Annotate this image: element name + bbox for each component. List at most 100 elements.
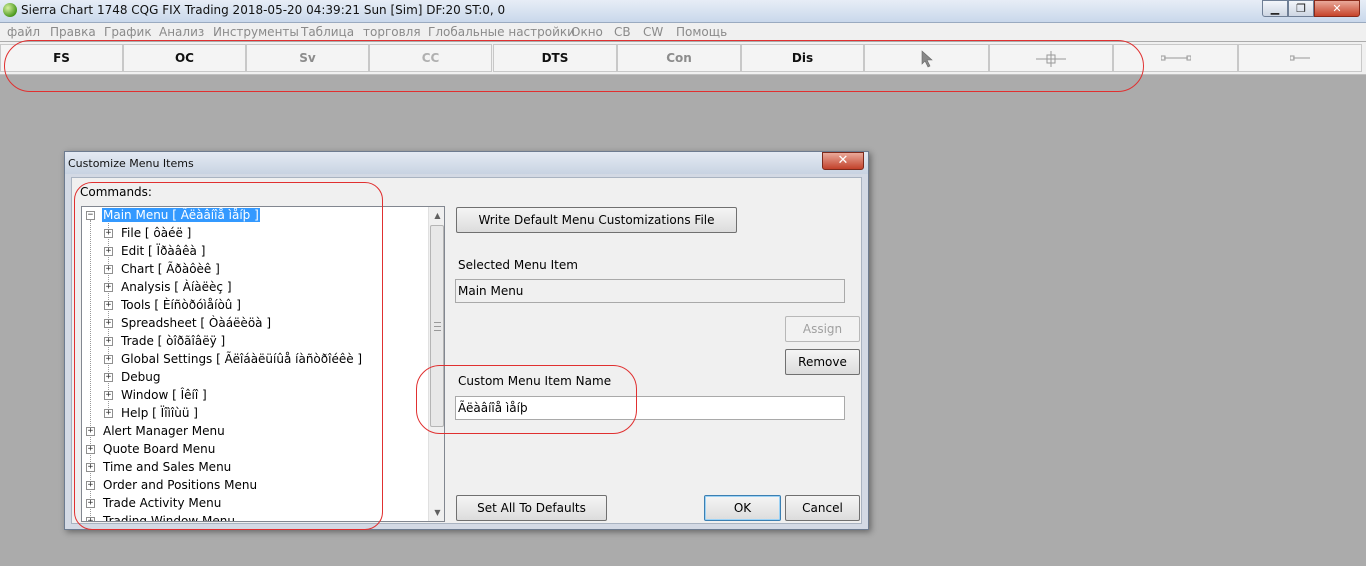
- dialog-title: Customize Menu Items: [68, 157, 194, 170]
- minimize-button[interactable]: ▁: [1262, 0, 1288, 17]
- tree-item-analysis[interactable]: + Analysis [ Àíàëèç ]: [82, 279, 427, 297]
- ok-button[interactable]: OK: [704, 495, 781, 521]
- tree-item-label: Alert Manager Menu: [103, 424, 225, 438]
- custom-menu-item-name-label: Custom Menu Item Name: [458, 374, 612, 388]
- menu-analysis[interactable]: Анализ: [159, 25, 204, 39]
- toolbar-button-sv[interactable]: Sv: [246, 44, 369, 72]
- expand-icon[interactable]: +: [86, 499, 95, 508]
- tree-item-time-and-sales-menu[interactable]: + Time and Sales Menu: [82, 459, 427, 477]
- expand-icon[interactable]: +: [104, 247, 113, 256]
- expand-icon[interactable]: +: [104, 301, 113, 310]
- dialog-title-bar: Customize Menu Items ✕: [65, 152, 868, 174]
- menu-trade[interactable]: торговля: [363, 25, 421, 39]
- expand-icon[interactable]: +: [104, 265, 113, 274]
- expand-icon[interactable]: +: [86, 463, 95, 472]
- write-default-customizations-button[interactable]: Write Default Menu Customizations File: [456, 207, 737, 233]
- tree-item-label: Global Settings [ Ãëîáàëüíûå íàñòðîéêè ]: [121, 352, 363, 366]
- title-bar: Sierra Chart 1748 CQG FIX Trading 2018-0…: [0, 0, 1366, 23]
- tree-item-debug[interactable]: + Debug: [82, 369, 427, 387]
- tree-item-label: Trade Activity Menu: [103, 496, 222, 510]
- expand-icon[interactable]: +: [104, 355, 113, 364]
- menu-window[interactable]: Окно: [571, 25, 603, 39]
- tree-item-edit[interactable]: + Edit [ Ïðàâêà ]: [82, 243, 427, 261]
- expand-icon[interactable]: +: [104, 283, 113, 292]
- menu-spreadsheet[interactable]: Таблица: [301, 25, 354, 39]
- tree-item-help[interactable]: + Help [ Ïîìîùü ]: [82, 405, 427, 423]
- tree-item-label: Spreadsheet [ Òàáëèöà ]: [121, 316, 272, 330]
- custom-menu-item-name-input[interactable]: Ãëàâíîå ìåíþ: [455, 396, 845, 420]
- scroll-down-arrow-icon[interactable]: ▼: [429, 504, 444, 521]
- tree-item-trade-activity-menu[interactable]: + Trade Activity Menu: [82, 495, 427, 513]
- menu-edit[interactable]: Правка: [50, 25, 96, 39]
- tree-item-trade[interactable]: + Trade [ òîðãîâëÿ ]: [82, 333, 427, 351]
- menu-chart[interactable]: График: [104, 25, 152, 39]
- menu-help[interactable]: Помощь: [676, 25, 727, 39]
- tree-item-global-settings[interactable]: + Global Settings [ Ãëîáàëüíûå íàñòðîéêè…: [82, 351, 427, 369]
- toolbar-button-crosshair[interactable]: [989, 44, 1113, 72]
- tree-item-label: Edit [ Ïðàâêà ]: [121, 244, 206, 258]
- expand-icon[interactable]: +: [86, 427, 95, 436]
- tree-item-file[interactable]: + File [ ôàéë ]: [82, 225, 427, 243]
- tree-item-order-and-positions-menu[interactable]: + Order and Positions Menu: [82, 477, 427, 495]
- toolbar-button-oc[interactable]: OC: [123, 44, 246, 72]
- menu-tools[interactable]: Инструменты: [213, 25, 299, 39]
- tree-item-label: Trading Window Menu: [103, 514, 235, 522]
- expand-icon[interactable]: +: [104, 391, 113, 400]
- maximize-button[interactable]: ❐: [1288, 0, 1314, 17]
- toolbar-button-cc[interactable]: CC: [369, 44, 492, 72]
- remove-button[interactable]: Remove: [785, 349, 860, 375]
- tree-item-trading-window-menu[interactable]: + Trading Window Menu: [82, 513, 427, 522]
- tree-item-label: Trade [ òîðãîâëÿ ]: [121, 334, 226, 348]
- dialog-close-button[interactable]: ✕: [822, 152, 864, 170]
- toolbar-button-dis[interactable]: Dis: [741, 44, 864, 72]
- tree-item-tools[interactable]: + Tools [ Èíñòðóìåíòû ]: [82, 297, 427, 315]
- expand-icon[interactable]: +: [86, 481, 95, 490]
- tree-item-label: Analysis [ Àíàëèç ]: [121, 280, 232, 294]
- selected-menu-item-label: Selected Menu Item: [458, 258, 578, 272]
- tree-item-window[interactable]: + Window [ Îêíî ]: [82, 387, 427, 405]
- tree-item-label: Window [ Îêíî ]: [121, 388, 207, 402]
- tree-item-chart[interactable]: + Chart [ Ãðàôèê ]: [82, 261, 427, 279]
- crosshair-icon: [1036, 51, 1066, 67]
- tree-scrollbar[interactable]: ▲ ▼: [428, 207, 444, 521]
- toolbar-button-dts[interactable]: DTS: [493, 44, 617, 72]
- menu-cw[interactable]: CW: [643, 25, 663, 39]
- grip-icon: [434, 322, 441, 331]
- tree-item-label: Time and Sales Menu: [103, 460, 232, 474]
- toolbar-button-fs[interactable]: FS: [0, 44, 123, 72]
- menu-cb[interactable]: CB: [614, 25, 631, 39]
- selected-menu-item-field: Main Menu: [455, 279, 845, 303]
- menu-global-settings[interactable]: Глобальные настройки: [428, 25, 575, 39]
- window-title: Sierra Chart 1748 CQG FIX Trading 2018-0…: [21, 3, 506, 17]
- tree-item-spreadsheet[interactable]: + Spreadsheet [ Òàáëèöà ]: [82, 315, 427, 333]
- tree-item-label: Order and Positions Menu: [103, 478, 258, 492]
- scroll-thumb[interactable]: [430, 225, 444, 427]
- assign-button[interactable]: Assign: [785, 316, 860, 342]
- toolbar-button-con[interactable]: Con: [617, 44, 741, 72]
- tree-item-label: Help [ Ïîìîùü ]: [121, 406, 198, 420]
- tree-item-label: File [ ôàéë ]: [121, 226, 192, 240]
- tree-item-alert-manager-menu[interactable]: + Alert Manager Menu: [82, 423, 427, 441]
- expand-icon[interactable]: +: [86, 445, 95, 454]
- menu-file[interactable]: файл: [7, 25, 40, 39]
- expand-icon[interactable]: +: [104, 409, 113, 418]
- expand-icon[interactable]: +: [86, 517, 95, 521]
- cancel-button[interactable]: Cancel: [785, 495, 860, 521]
- commands-tree[interactable]: − Main Menu [ Ãëàâíîå ìåíþ ] + File [ ôà…: [81, 206, 445, 522]
- toolbar-button-pointer[interactable]: [864, 44, 989, 72]
- expand-icon[interactable]: +: [104, 337, 113, 346]
- toolbar-button-ray[interactable]: [1238, 44, 1362, 72]
- expand-icon[interactable]: +: [104, 319, 113, 328]
- expand-icon[interactable]: +: [104, 373, 113, 382]
- toolbar-button-line[interactable]: [1113, 44, 1238, 72]
- dialog-body: Commands: − Main Menu [ Ãëàâíîå ìåíþ ] +…: [71, 177, 862, 524]
- scroll-up-arrow-icon[interactable]: ▲: [429, 207, 444, 224]
- tree-item-main-menu[interactable]: − Main Menu [ Ãëàâíîå ìåíþ ]: [82, 207, 427, 225]
- tree-item-quote-board-menu[interactable]: + Quote Board Menu: [82, 441, 427, 459]
- close-button[interactable]: ✕: [1314, 0, 1360, 17]
- ray-line-icon: [1289, 55, 1310, 61]
- set-all-to-defaults-button[interactable]: Set All To Defaults: [456, 495, 607, 521]
- collapse-icon[interactable]: −: [86, 211, 95, 220]
- expand-icon[interactable]: +: [104, 229, 113, 238]
- control-bar: FS OC Sv CC DTS Con Dis: [0, 42, 1366, 75]
